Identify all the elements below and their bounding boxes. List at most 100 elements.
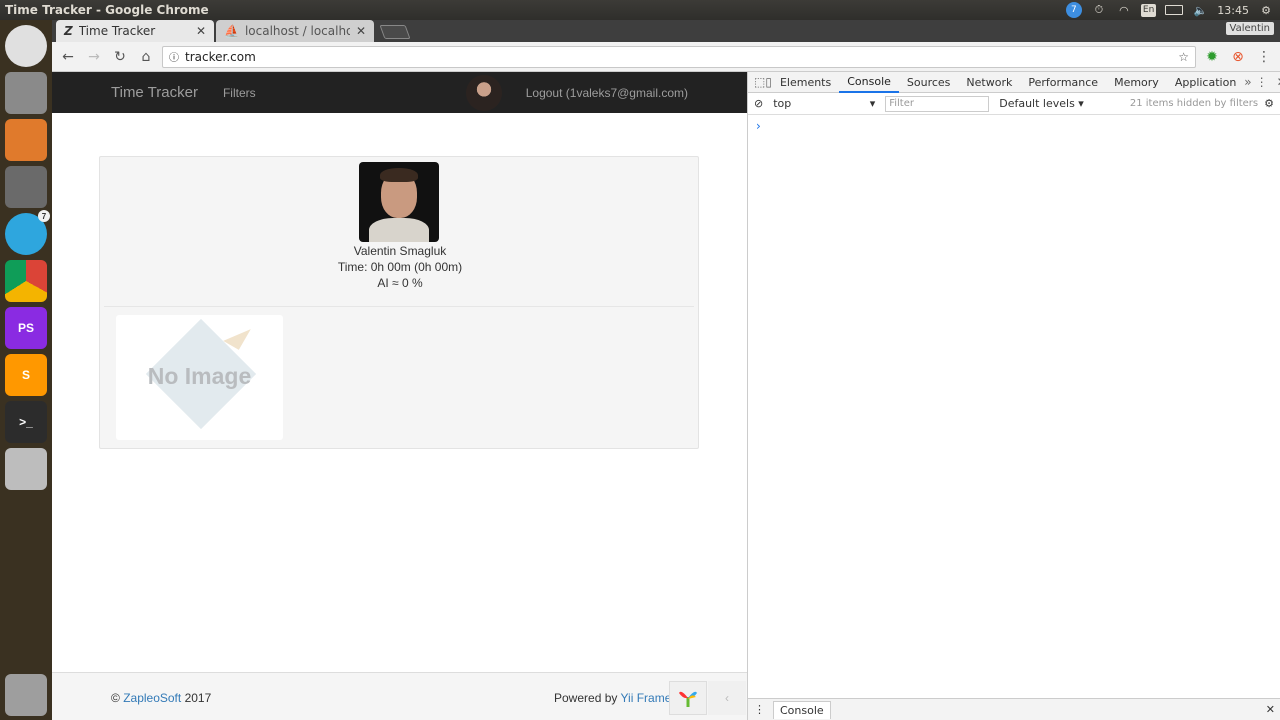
power-gear-icon[interactable]: ⚙ — [1258, 2, 1274, 18]
site-navbar: Time Tracker Filters Logout (1valeks7@gm… — [52, 72, 747, 113]
close-tab-icon[interactable]: ✕ — [356, 24, 366, 38]
launcher-files-icon[interactable] — [5, 72, 47, 114]
drawer-menu-icon[interactable]: ⋮ — [754, 703, 765, 716]
home-icon[interactable]: ⌂ — [136, 47, 156, 67]
device-toolbar-icon[interactable]: ▯ — [765, 72, 772, 92]
forward-icon[interactable]: → — [84, 47, 104, 67]
z-favicon-icon: Z — [64, 24, 73, 38]
wifi-icon[interactable]: ◠ — [1116, 2, 1132, 18]
launcher: 7 PS S >_ — [0, 20, 52, 720]
drawer-tab-console[interactable]: Console — [773, 700, 831, 719]
tab-title: Time Tracker — [78, 24, 156, 38]
powered-label: Powered by — [554, 691, 618, 705]
brand-link[interactable]: Time Tracker — [111, 84, 198, 101]
user-photo — [359, 162, 439, 242]
levels-select[interactable]: Default levels ▾ — [999, 97, 1084, 110]
launcher-phpstorm-icon[interactable]: PS — [5, 307, 47, 349]
reload-icon[interactable]: ↻ — [110, 47, 130, 67]
launcher-system-settings-icon[interactable] — [5, 166, 47, 208]
company-link[interactable]: ZapleoSoft — [123, 691, 181, 705]
user-name: Valentin Smagluk — [353, 244, 447, 258]
tab-memory[interactable]: Memory — [1106, 72, 1167, 93]
back-icon[interactable]: ← — [58, 47, 78, 67]
extension-gear-icon[interactable]: ✹ — [1202, 47, 1222, 67]
launcher-software-center-icon[interactable] — [5, 119, 47, 161]
info-icon[interactable]: ⓘ — [169, 49, 179, 64]
console-prompt[interactable]: › — [748, 115, 1280, 137]
divider — [104, 306, 694, 307]
page-viewport: Time Tracker Filters Logout (1valeks7@gm… — [52, 72, 747, 720]
photo-hair — [380, 168, 418, 182]
menu-icon[interactable]: ⋮ — [1254, 47, 1274, 67]
system-tray: 7 ⏱ ◠ En 🔈 13:45 ⚙ — [1065, 2, 1280, 18]
window-title: Time Tracker - Google Chrome — [5, 3, 209, 17]
devtools-tabbar: ⬚ ▯ Elements Console Sources Network Per… — [748, 72, 1280, 93]
launcher-disk-icon[interactable] — [5, 448, 47, 490]
new-tab-button[interactable] — [379, 25, 411, 39]
devtools-panel: ⬚ ▯ Elements Console Sources Network Per… — [747, 72, 1280, 720]
extension-blocker-icon[interactable]: ⊗ — [1228, 47, 1248, 67]
powered-by: Powered by Yii Framew — [554, 691, 680, 705]
clear-console-icon[interactable]: ⊘ — [754, 97, 763, 110]
photo-shirt — [369, 218, 429, 242]
screenshot-thumbnail[interactable]: No Image — [116, 315, 283, 440]
timer-icon[interactable]: ⏱ — [1091, 2, 1107, 18]
more-tabs-icon[interactable]: » — [1244, 72, 1251, 92]
profile-button[interactable]: Valentin — [1225, 22, 1274, 35]
levels-value: Default levels — [999, 97, 1075, 110]
launcher-badge: 7 — [38, 210, 50, 222]
filter-input[interactable]: Filter — [885, 95, 990, 112]
tab-time-tracker[interactable]: Z Time Tracker ✕ — [56, 20, 214, 42]
browser-toolbar: ← → ↻ ⌂ ⓘ tracker.com ☆ ✹ ⊗ ⋮ — [52, 42, 1280, 72]
launcher-sublime-text-icon[interactable]: S — [5, 354, 47, 396]
tab-console[interactable]: Console — [839, 72, 899, 93]
tab-title: localhost / localhos — [244, 24, 350, 38]
battery-icon[interactable] — [1165, 5, 1184, 15]
hidden-items-count: 21 items hidden by filters — [1129, 98, 1259, 109]
inspect-element-icon[interactable]: ⬚ — [754, 72, 765, 92]
drawer-close-icon[interactable]: ✕ — [1266, 703, 1275, 716]
bookmark-star-icon[interactable]: ☆ — [1178, 50, 1189, 64]
address-bar[interactable]: ⓘ tracker.com ☆ — [162, 45, 1196, 68]
console-settings-gear-icon[interactable]: ⚙ — [1264, 97, 1274, 110]
devtools-menu-icon[interactable]: ⋮ — [1252, 72, 1272, 92]
context-select[interactable]: top ▾ — [769, 97, 879, 110]
launcher-chrome-icon[interactable] — [5, 260, 47, 302]
tab-strip: Z Time Tracker ✕ ⛵ localhost / localhos … — [52, 20, 1280, 42]
copyright-year: 2017 — [184, 691, 212, 705]
notification-indicator[interactable]: 7 — [1065, 2, 1082, 18]
devtools-close-icon[interactable]: ✕ — [1272, 72, 1280, 92]
launcher-telegram-icon[interactable]: 7 — [5, 210, 50, 255]
tab-elements[interactable]: Elements — [772, 72, 839, 93]
tab-network[interactable]: Network — [958, 72, 1020, 93]
debug-collapse-icon[interactable]: ‹ — [708, 681, 746, 715]
browser-window: Z Time Tracker ✕ ⛵ localhost / localhos … — [52, 20, 1280, 720]
no-image-text: No Image — [147, 363, 252, 389]
launcher-trash-icon[interactable] — [5, 674, 47, 716]
caret-down-icon: ▾ — [869, 97, 876, 110]
url-text: tracker.com — [185, 49, 256, 64]
copyright: © ZapleoSoft 2017 — [111, 691, 211, 705]
launcher-ubuntu-dash-icon[interactable] — [5, 25, 47, 67]
keyboard-layout[interactable]: En — [1140, 3, 1157, 17]
console-filter-bar: ⊘ top ▾ Filter Default levels ▾ 21 items … — [748, 93, 1280, 115]
tab-performance[interactable]: Performance — [1020, 72, 1106, 93]
user-time: Time: 0h 00m (0h 00m) — [337, 260, 463, 274]
tab-localhost[interactable]: ⛵ localhost / localhos ✕ — [216, 20, 374, 42]
os-top-bar: Time Tracker - Google Chrome 7 ⏱ ◠ En 🔈 … — [0, 0, 1280, 20]
devtools-drawer: ⋮ Console ✕ — [748, 698, 1280, 720]
phpmyadmin-favicon-icon: ⛵ — [224, 24, 239, 38]
volume-icon[interactable]: 🔈 — [1192, 2, 1208, 18]
tab-sources[interactable]: Sources — [899, 72, 959, 93]
user-panel: Valentin Smagluk Time: 0h 00m (0h 00m) A… — [99, 156, 699, 449]
navbar-avatar[interactable] — [465, 74, 502, 111]
logout-link[interactable]: Logout (1valeks7@gmail.com) — [526, 86, 688, 100]
user-info: Valentin Smagluk Time: 0h 00m (0h 00m) A… — [100, 243, 700, 291]
clock[interactable]: 13:45 — [1217, 4, 1249, 17]
site-footer: © ZapleoSoft 2017 Powered by Yii Framew … — [52, 672, 747, 720]
filters-link[interactable]: Filters — [223, 86, 256, 100]
launcher-terminal-icon[interactable]: >_ — [5, 401, 47, 443]
tab-application[interactable]: Application — [1167, 72, 1244, 93]
yii-debug-toolbar-icon[interactable] — [669, 681, 707, 715]
close-tab-icon[interactable]: ✕ — [196, 24, 206, 38]
